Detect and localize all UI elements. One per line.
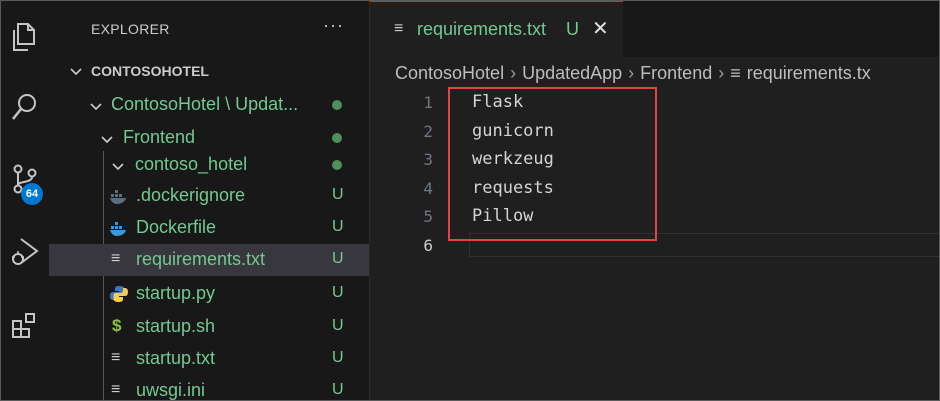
tree-folder-label: Frontend: [123, 127, 196, 147]
explorer-sidebar: EXPLORER ··· CONTOSOHOTEL ContosoHotel \…: [49, 1, 370, 400]
chevron-down-icon: [111, 158, 125, 179]
line-number: 4: [423, 179, 433, 198]
tree-file-label: startup.txt: [136, 348, 216, 368]
breadcrumb: ContosoHotel › UpdatedApp › Frontend › ≡…: [395, 63, 871, 84]
close-icon[interactable]: ✕: [592, 16, 609, 41]
chevron-right-icon: ›: [718, 63, 725, 83]
tree-file-startup-txt[interactable]: ≡ startup.txt U: [49, 343, 369, 375]
tree-file-label: uwsgi.ini: [136, 380, 206, 400]
tree-folder-label: ContosoHotel \ Updat...: [111, 94, 299, 114]
breadcrumb-item[interactable]: UpdatedApp: [522, 63, 622, 84]
docker-icon: [109, 186, 129, 211]
breadcrumb-item[interactable]: ContosoHotel: [395, 63, 504, 84]
tab-bar: ≡ requirements.txt U ✕: [370, 1, 939, 58]
chevron-right-icon: ›: [510, 63, 517, 83]
tab-requirements-txt[interactable]: ≡ requirements.txt U ✕: [370, 1, 623, 58]
tree-folder-contoso-hotel[interactable]: contoso_hotel: [49, 149, 369, 181]
extensions-icon[interactable]: [7, 307, 43, 343]
tree-file-requirements-txt[interactable]: ≡ requirements.txt U: [49, 244, 369, 276]
untracked-status: U: [332, 186, 344, 203]
line-number: 6: [423, 236, 433, 255]
explorer-icon[interactable]: [7, 19, 43, 55]
tree-file-dockerignore[interactable]: .dockerignore U: [49, 180, 369, 212]
more-actions-button[interactable]: ···: [323, 15, 344, 36]
explorer-title: EXPLORER: [91, 21, 170, 37]
line-number: 1: [423, 93, 433, 112]
untracked-status: U: [566, 19, 579, 39]
line-number: 5: [423, 207, 433, 226]
line-number: 2: [423, 122, 433, 141]
chevron-down-icon: [69, 63, 83, 84]
modified-dot-icon: [332, 133, 342, 143]
text-file-icon: ≡: [730, 63, 741, 83]
editor-pane: ≡ requirements.txt U ✕ ContosoHotel › Up…: [370, 1, 939, 400]
tree-folder-contosohotel-updatedapp[interactable]: ContosoHotel \ Updat...: [49, 89, 369, 121]
tree-file-startup-sh[interactable]: $ startup.sh U: [49, 311, 369, 343]
text-file-icon: ≡: [111, 250, 121, 267]
tree-file-label: .dockerignore: [136, 185, 246, 205]
docker-icon: [109, 218, 129, 243]
tree-file-dockerfile[interactable]: Dockerfile U: [49, 212, 369, 244]
chevron-right-icon: ›: [628, 63, 635, 83]
untracked-status: U: [332, 218, 344, 235]
tree-file-label: startup.py: [136, 283, 216, 303]
untracked-status: U: [332, 250, 344, 267]
breadcrumb-item[interactable]: Frontend: [640, 63, 712, 84]
modified-dot-icon: [332, 100, 342, 110]
breadcrumb-item[interactable]: requirements.tx: [747, 63, 871, 84]
chevron-down-icon: [89, 98, 103, 119]
tree-root-contosohotel[interactable]: CONTOSOHOTEL: [49, 56, 369, 88]
python-icon: [109, 284, 129, 309]
shell-icon: $: [112, 316, 122, 335]
line-number: 3: [423, 150, 433, 169]
search-icon[interactable]: [7, 89, 43, 125]
untracked-status: U: [332, 284, 344, 301]
tree-file-uwsgi-ini[interactable]: ≡ uwsgi.ini U: [49, 375, 369, 400]
untracked-status: U: [332, 349, 344, 366]
modified-dot-icon: [332, 160, 342, 170]
tab-label: requirements.txt: [417, 19, 547, 39]
tree-file-label: Dockerfile: [136, 217, 217, 237]
source-control-badge: 64: [21, 183, 43, 205]
tree-file-label: requirements.txt: [136, 249, 266, 269]
tree-file-label: startup.sh: [136, 316, 216, 336]
text-file-icon: ≡: [111, 349, 121, 366]
text-file-icon: ≡: [394, 20, 404, 37]
run-debug-icon[interactable]: [7, 233, 43, 269]
tree-file-startup-py[interactable]: startup.py U: [49, 278, 369, 310]
tree-folder-label: contoso_hotel: [135, 154, 248, 174]
text-file-icon: ≡: [111, 381, 121, 398]
untracked-status: U: [332, 381, 344, 398]
annotation-highlight-box: [448, 87, 657, 241]
untracked-status: U: [332, 317, 344, 334]
tree-root-label: CONTOSOHOTEL: [91, 63, 209, 79]
activity-bar: 64: [1, 1, 49, 400]
